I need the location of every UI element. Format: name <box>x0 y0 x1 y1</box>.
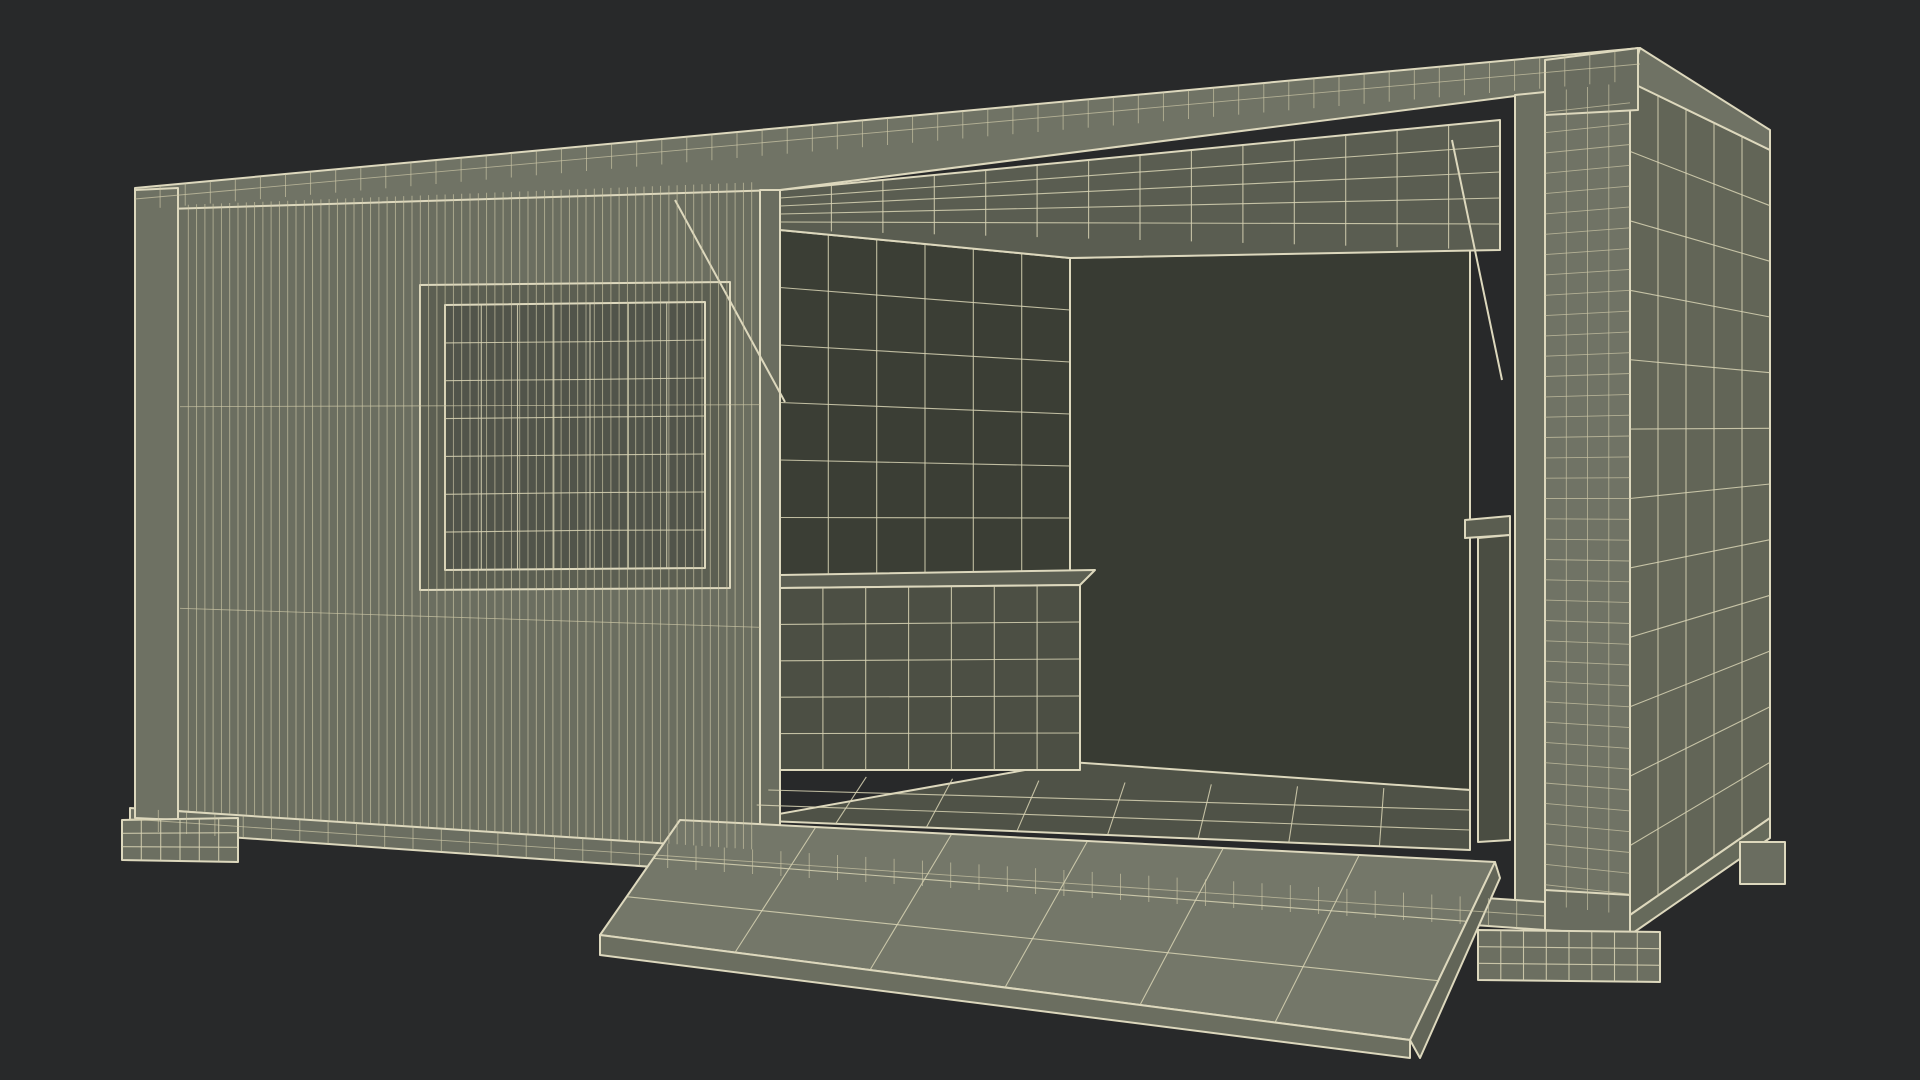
wire-line <box>1544 518 1631 520</box>
wire-line <box>779 516 1071 519</box>
wire-line <box>121 846 239 848</box>
wire-line <box>589 491 706 494</box>
ramp <box>599 819 1501 1059</box>
container-wireframe-scene <box>121 47 1786 1059</box>
wire-line <box>779 732 1081 735</box>
front-left-wall <box>139 167 781 859</box>
wire-line <box>121 832 239 834</box>
wire-line <box>1544 477 1631 479</box>
